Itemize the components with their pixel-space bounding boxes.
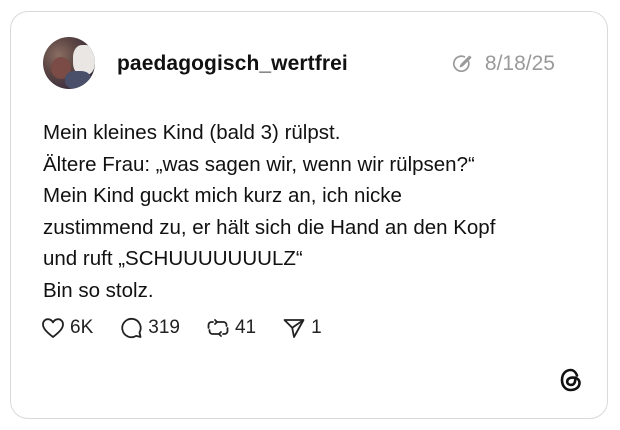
post-text-line: Bin so stolz. [43,278,154,302]
edited-pencil-icon [451,53,473,75]
repost-button[interactable]: 41 [206,317,256,339]
heart-icon [41,317,65,339]
speech-bubble-icon [119,317,143,339]
action-bar: 6K 319 41 1 [41,317,348,339]
repost-count: 41 [234,317,257,338]
avatar[interactable] [43,37,95,89]
like-count: 6K [70,317,94,338]
post-text-line: Ältere Frau: „was sagen wir, wenn wir rü… [43,152,475,176]
reply-count: 319 [148,317,180,338]
share-count: 1 [311,317,322,338]
post-text-line: und ruft „SCHUUUUUUULZ“ [43,247,303,270]
paper-plane-icon [282,317,306,339]
post-text-line: Mein kleines Kind (bald 3) rülpst. [43,121,341,144]
post-date: 8/18/25 [484,52,555,75]
threads-logo-icon[interactable] [557,366,585,394]
post-meta: 8/18/25 [451,52,555,76]
post-text-line: zustimmend zu, er hält sich die Hand an … [43,215,496,239]
share-button[interactable]: 1 [282,317,322,339]
post-card: paedagogisch_wertfrei 8/18/25 Mein klein… [10,11,608,419]
post-text: Mein kleines Kind (bald 3) rülpst. Älter… [43,117,583,306]
like-button[interactable]: 6K [41,317,93,339]
reply-button[interactable]: 319 [119,317,180,339]
repost-arrows-icon [206,317,230,339]
post-text-line: Mein Kind guckt mich kurz an, ich nicke [43,184,402,207]
username[interactable]: paedagogisch_wertfrei [117,52,348,76]
